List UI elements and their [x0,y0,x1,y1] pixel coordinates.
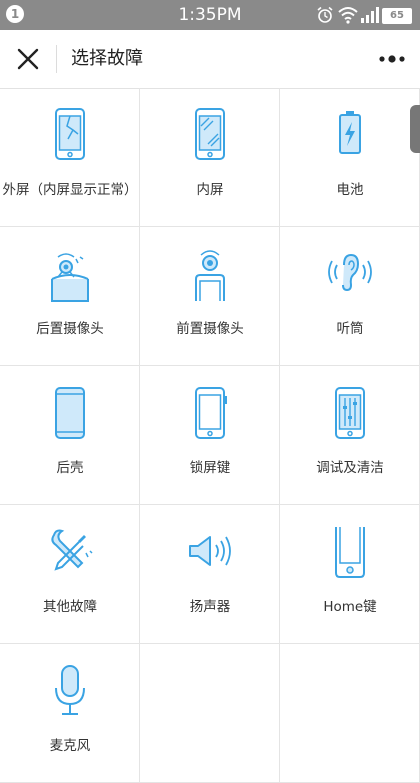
close-icon[interactable] [16,47,40,71]
fault-item-adjust-clean[interactable]: 调试及清洁 [280,366,420,505]
fault-item-rear-camera[interactable]: 后置摄像头 [0,227,140,366]
fault-label: 调试及清洁 [316,460,384,476]
nav-bar: 选择故障 [0,30,420,89]
cracked-phone-icon [55,108,85,160]
fault-item-microphone[interactable]: 麦克风 [0,644,140,783]
fault-label: 听筒 [336,321,364,337]
fault-label: 前置摄像头 [176,321,244,337]
back-shell-icon [55,387,85,439]
page-title: 选择故障 [71,48,143,69]
battery-indicator: 65 [382,8,412,24]
fault-item-inner-screen[interactable]: 内屏 [140,88,280,227]
microphone-icon [55,665,85,715]
fault-label: 扬声器 [189,599,231,615]
status-bar: 1 1:35PM 65 [0,0,420,30]
fault-label: 锁屏键 [189,460,231,476]
fault-item-earpiece[interactable]: 听筒 [280,227,420,366]
fault-item-home-button[interactable]: Home键 [280,505,420,644]
nav-divider [56,45,57,73]
alarm-icon [317,6,333,23]
wifi-icon [338,7,358,24]
fault-item-outer-screen[interactable]: 外屏（内屏显示正常） [0,88,140,227]
speaker-icon [189,536,231,566]
tools-icon [51,529,93,571]
fault-item-front-camera[interactable]: 前置摄像头 [140,227,280,366]
fault-label: 内屏 [196,182,224,198]
fault-label: 麦克风 [49,738,91,754]
lock-button-icon [195,387,227,439]
battery-icon [339,111,361,154]
fault-label: 后置摄像头 [36,321,104,337]
empty-cell [140,644,280,783]
fault-label: Home键 [323,599,377,615]
rear-camera-icon [51,253,89,302]
signal-icon [361,7,379,23]
fault-label: 其他故障 [43,599,97,615]
empty-cell [280,644,420,783]
fault-item-back-shell[interactable]: 后壳 [0,366,140,505]
fault-label: 外屏（内屏显示正常） [2,182,138,198]
home-button-icon [335,527,365,578]
front-camera-icon [195,250,225,301]
more-options-icon[interactable] [378,52,406,66]
earpiece-icon [328,253,372,292]
adjust-clean-icon [335,387,365,439]
fault-label: 后壳 [56,460,84,476]
fault-item-other[interactable]: 其他故障 [0,505,140,644]
side-drawer-handle[interactable] [410,105,420,153]
fault-item-battery[interactable]: 电池 [280,88,420,227]
fault-item-speaker[interactable]: 扬声器 [140,505,280,644]
inner-screen-icon [195,108,225,160]
fault-item-lock-button[interactable]: 锁屏键 [140,366,280,505]
fault-label: 电池 [336,182,364,198]
